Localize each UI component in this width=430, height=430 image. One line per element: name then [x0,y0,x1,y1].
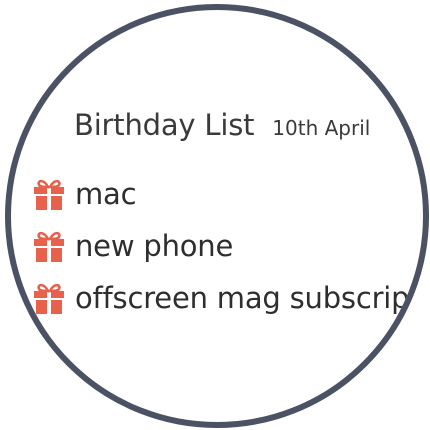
list-item[interactable]: mac [31,168,423,220]
list-item-label: new phone [75,229,234,263]
gift-icon [34,283,64,314]
watch-screen: Birthday List 10th April mac new phone o… [5,4,429,428]
list-item[interactable]: new phone [31,220,423,272]
list-item-label: offscreen mag subscription [75,281,429,315]
list-item-label: mac [75,177,137,211]
gift-icon [34,231,64,262]
list-item[interactable]: offscreen mag subscription [31,272,429,324]
list-date: 10th April [272,116,371,140]
gift-list: mac new phone offscreen mag subscription [31,168,429,324]
list-header: Birthday List 10th April [74,108,370,142]
gift-icon [34,179,64,210]
page-title: Birthday List [74,108,255,142]
